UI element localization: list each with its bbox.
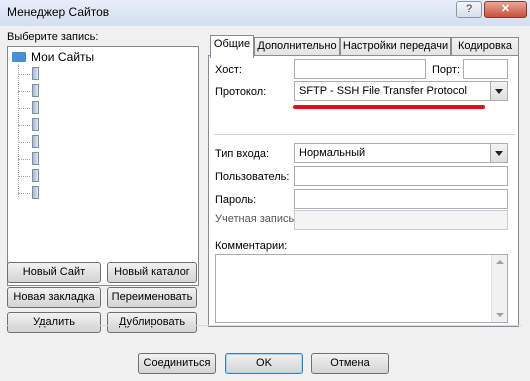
scroll-up-icon[interactable] xyxy=(496,260,504,264)
site-manager-window: Менеджер Сайтов ? ✕ Выберите запись: Мои… xyxy=(0,0,530,381)
new-site-button[interactable]: Новый Сайт xyxy=(7,262,101,283)
select-entry-label: Выберите запись: xyxy=(7,31,99,43)
server-icon xyxy=(32,186,39,199)
server-icon xyxy=(32,152,39,165)
protocol-highlight-underline xyxy=(293,105,485,109)
user-label: Пользователь: xyxy=(215,171,290,183)
chevron-down-icon[interactable] xyxy=(490,144,507,162)
tree-branch-line xyxy=(18,193,30,194)
ok-button[interactable]: OK xyxy=(225,353,303,374)
port-label: Порт: xyxy=(432,64,460,76)
new-bookmark-button[interactable]: Новая закладка xyxy=(7,287,101,308)
delete-button[interactable]: Удалить xyxy=(7,312,101,333)
tab-transfer-settings[interactable]: Настройки передачи xyxy=(340,37,451,56)
close-button[interactable]: ✕ xyxy=(484,1,527,18)
comments-textarea[interactable] xyxy=(215,254,508,323)
tree-branch-line xyxy=(18,176,30,177)
server-icon xyxy=(32,118,39,131)
tree-branch-line xyxy=(18,91,30,92)
user-input[interactable] xyxy=(294,166,508,186)
cancel-button[interactable]: Отмена xyxy=(311,353,389,374)
tree-branch-line xyxy=(18,159,30,160)
logon-type-select[interactable]: Нормальный xyxy=(294,143,508,163)
tree-branch-line xyxy=(18,108,30,109)
tree-root-label: Мои Сайты xyxy=(31,50,95,64)
protocol-label: Протокол: xyxy=(215,86,267,98)
server-icon xyxy=(32,101,39,114)
window-title: Менеджер Сайтов xyxy=(7,5,110,19)
host-label: Хост: xyxy=(215,64,242,76)
host-input[interactable] xyxy=(294,59,426,79)
duplicate-button[interactable]: Дублировать xyxy=(107,312,197,333)
server-icon xyxy=(32,135,39,148)
tree-branch-line xyxy=(18,125,30,126)
tree-branch-line xyxy=(18,74,30,75)
footer-divider xyxy=(7,325,522,326)
server-icon xyxy=(32,84,39,97)
folder-icon xyxy=(12,52,26,62)
tab-general[interactable]: Общие xyxy=(210,35,254,58)
server-icon xyxy=(32,169,39,182)
account-input[interactable] xyxy=(294,210,508,230)
site-tree[interactable]: Мои Сайты xyxy=(7,46,199,286)
new-folder-button[interactable]: Новый каталог xyxy=(107,262,197,283)
scroll-down-icon[interactable] xyxy=(496,313,504,317)
protocol-value: SFTP - SSH File Transfer Protocol xyxy=(299,85,467,97)
password-label: Пароль: xyxy=(215,194,257,206)
comments-label: Комментарии: xyxy=(215,240,288,252)
help-button[interactable]: ? xyxy=(456,1,482,18)
protocol-select[interactable]: SFTP - SSH File Transfer Protocol xyxy=(294,81,508,101)
password-input[interactable] xyxy=(294,189,508,209)
connect-button[interactable]: Соединиться xyxy=(138,353,216,374)
port-input[interactable] xyxy=(463,59,508,79)
tree-connector-line xyxy=(18,65,20,197)
comments-scrollbar[interactable] xyxy=(491,255,507,322)
logon-type-label: Тип входа: xyxy=(215,148,270,160)
tab-advanced[interactable]: Дополнительно xyxy=(254,37,340,56)
chevron-down-icon[interactable] xyxy=(490,82,507,100)
tree-branch-line xyxy=(18,142,30,143)
tab-charset[interactable]: Кодировка xyxy=(451,37,519,56)
account-label: Учетная запись: xyxy=(215,213,298,225)
section-divider xyxy=(214,134,515,135)
logon-type-value: Нормальный xyxy=(299,147,366,159)
rename-button[interactable]: Переименовать xyxy=(107,287,197,308)
title-bar: Менеджер Сайтов ? ✕ xyxy=(0,0,530,26)
server-icon xyxy=(32,67,39,80)
